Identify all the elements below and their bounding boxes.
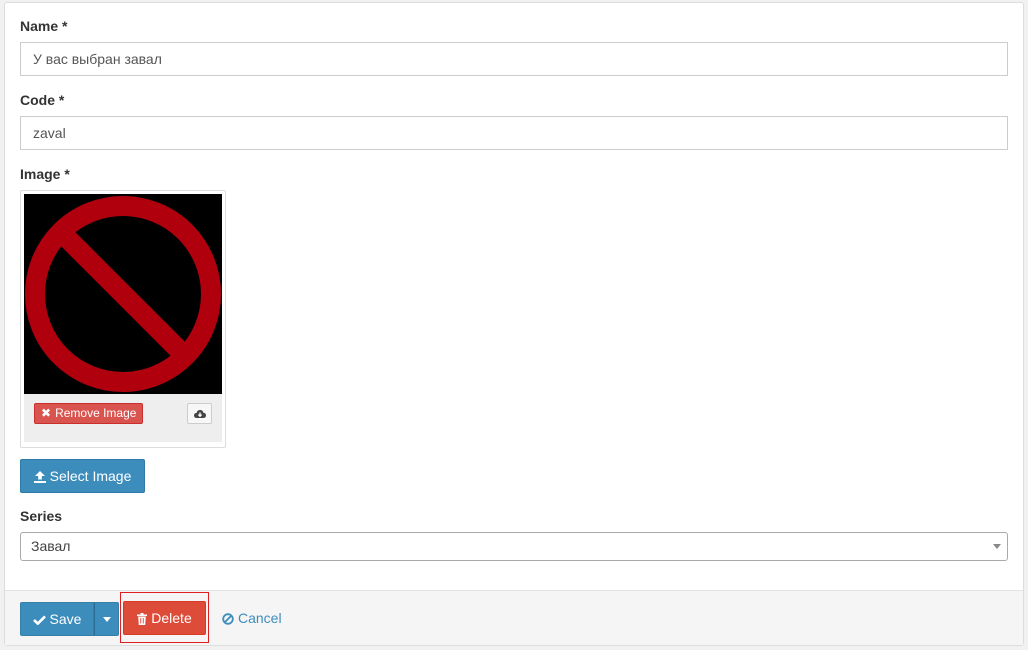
name-input[interactable]: У вас выбран завал [20, 42, 1008, 76]
image-preview [24, 194, 222, 394]
edit-form-panel: Name * У вас выбран завал Code * zaval I… [4, 2, 1024, 646]
select-image-button[interactable]: Select Image [20, 459, 145, 493]
remove-image-label: Remove Image [55, 406, 137, 420]
check-icon [32, 615, 46, 626]
download-image-button[interactable] [187, 403, 212, 424]
code-label: Code * [20, 92, 65, 108]
image-thumbnail: ✖ Remove Image [20, 190, 226, 448]
series-selected-value: Завал [31, 538, 71, 554]
select-image-label: Select Image [49, 468, 132, 484]
series-label: Series [20, 508, 63, 524]
remove-image-button[interactable]: ✖ Remove Image [34, 403, 144, 424]
save-options-dropdown-toggle[interactable] [94, 602, 119, 636]
cloud-download-icon [193, 409, 206, 418]
cancel-link[interactable]: Cancel [222, 602, 282, 636]
trash-icon [137, 613, 148, 626]
code-input[interactable]: zaval [20, 116, 1008, 150]
caret-down-icon [103, 617, 111, 622]
upload-icon [33, 471, 46, 484]
save-label: Save [49, 611, 82, 627]
ban-icon [222, 613, 234, 625]
chevron-down-icon [993, 544, 1001, 549]
save-button[interactable]: Save [20, 602, 94, 636]
times-icon: ✖ [41, 406, 52, 420]
series-select[interactable]: Завал [20, 532, 1008, 561]
cancel-label: Cancel [238, 610, 282, 626]
image-thumbnail-footer: ✖ Remove Image [24, 394, 222, 442]
delete-button[interactable]: Delete [123, 601, 206, 635]
form-actions-footer: Save Delete Cancel [5, 590, 1023, 645]
image-label: Image * [20, 166, 70, 182]
prohibited-sign-image [24, 194, 222, 394]
name-label: Name * [20, 18, 68, 34]
delete-label: Delete [151, 610, 192, 626]
